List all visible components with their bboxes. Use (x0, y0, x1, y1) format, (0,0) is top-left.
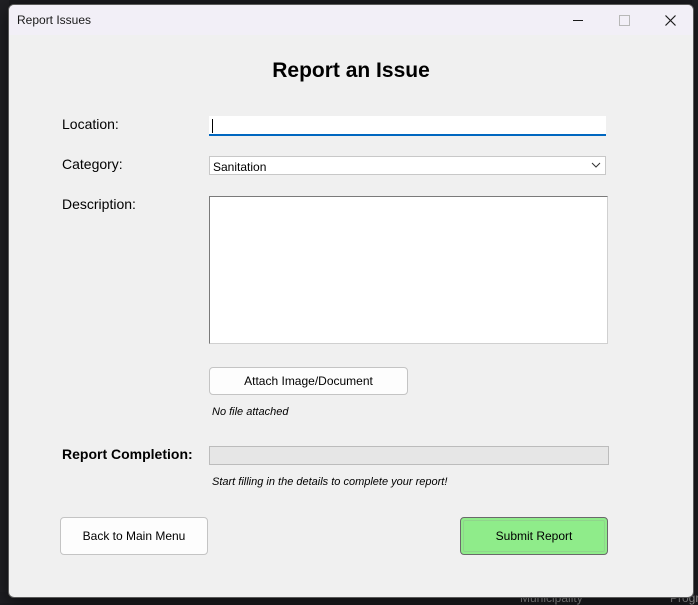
attach-file-button-label: Attach Image/Document (244, 374, 373, 388)
text-caret (212, 119, 213, 133)
completion-label: Report Completion: (62, 446, 193, 462)
attach-file-button[interactable]: Attach Image/Document (209, 367, 408, 395)
category-dropdown[interactable]: Sanitation (209, 156, 606, 175)
minimize-icon (573, 19, 583, 21)
close-button[interactable] (647, 5, 693, 35)
description-textarea[interactable] (209, 196, 608, 344)
attachment-status: No file attached (212, 406, 289, 418)
submit-button-label: Submit Report (495, 529, 573, 543)
category-label: Category: (62, 156, 123, 172)
category-selected-value: Sanitation (213, 160, 267, 174)
completion-progress-bar (209, 446, 609, 465)
completion-hint: Start filling in the details to complete… (212, 476, 448, 488)
page-heading: Report an Issue (272, 59, 430, 82)
chevron-down-icon (591, 162, 601, 168)
maximize-button[interactable] (601, 5, 647, 35)
location-label: Location: (62, 116, 119, 132)
minimize-button[interactable] (555, 5, 601, 35)
description-label: Description: (62, 196, 136, 212)
close-icon (664, 14, 676, 26)
report-issues-window: Report Issues Report an Issue Location: … (8, 4, 694, 598)
title-bar[interactable]: Report Issues (9, 5, 693, 35)
back-to-main-menu-button[interactable]: Back to Main Menu (60, 517, 208, 555)
location-input[interactable] (209, 116, 606, 136)
window-title: Report Issues (17, 13, 92, 27)
maximize-icon (618, 14, 630, 26)
submit-report-button[interactable]: Submit Report (460, 517, 608, 555)
back-button-label: Back to Main Menu (82, 529, 186, 543)
